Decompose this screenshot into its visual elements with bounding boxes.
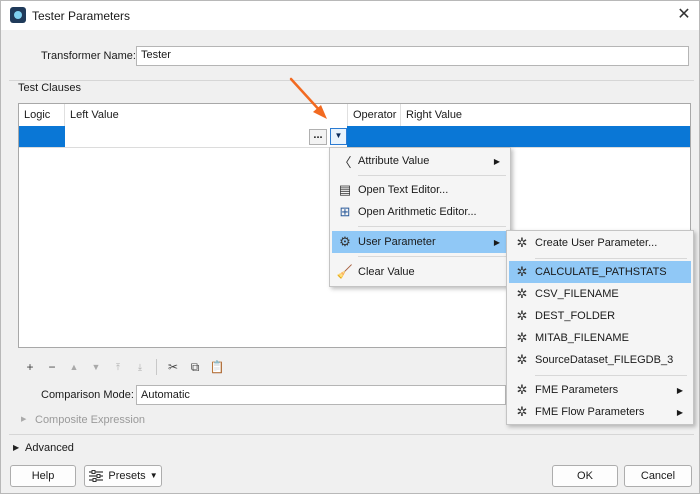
menu-item-open-text-editor[interactable]: ▤ Open Text Editor...	[332, 179, 508, 201]
comparison-mode-select[interactable]: Automatic	[136, 385, 506, 405]
test-clauses-label: Test Clauses	[18, 82, 81, 94]
column-header-operator[interactable]: Operator	[348, 104, 401, 126]
cut-icon[interactable]: ✂	[164, 359, 182, 375]
parameter-icon: ✲	[516, 264, 528, 279]
chevron-down-icon: ▼	[149, 471, 158, 480]
submenu-arrow-icon: ▶	[493, 156, 500, 166]
fme-parameters-icon: ✲	[516, 382, 528, 397]
menu-separator	[535, 258, 687, 259]
ok-button[interactable]: OK	[552, 465, 618, 487]
remove-icon[interactable]: −	[43, 359, 61, 375]
window-title: Tester Parameters	[32, 9, 131, 23]
left-value-cell[interactable]	[65, 126, 347, 147]
menu-item-fme-parameters[interactable]: ✲ FME Parameters ▶	[509, 379, 691, 401]
clause-toolbar: + − ▲ ▼ ⤒ ⤓ ✂ ⧉ 📋	[21, 359, 226, 375]
move-to-bottom-icon[interactable]: ⤓	[131, 359, 149, 375]
tester-parameters-dialog: Tester Parameters ✕ Transformer Name: Te…	[0, 0, 700, 494]
attribute-value-icon: 〈	[338, 154, 352, 170]
parameter-icon: ✲	[516, 308, 528, 323]
clear-value-icon: 🧹	[336, 264, 354, 279]
submenu-arrow-icon: ▶	[676, 385, 683, 395]
menu-separator	[358, 226, 506, 227]
create-parameter-icon: ✲	[516, 235, 528, 250]
comparison-mode-label: Comparison Mode:	[41, 389, 134, 401]
presets-button[interactable]: Presets ▼	[84, 465, 162, 487]
user-parameter-submenu: ✲ Create User Parameter... ✲ CALCULATE_P…	[506, 230, 694, 425]
add-icon[interactable]: +	[21, 359, 39, 375]
composite-expression-toggle: Composite Expression	[35, 414, 146, 426]
user-parameter-icon: ⚙	[339, 234, 351, 249]
menu-item-calculate-pathstats[interactable]: ✲ CALCULATE_PATHSTATS	[509, 261, 691, 283]
menu-item-sourcedataset-filegdb-3[interactable]: ✲ SourceDataset_FILEGDB_3	[509, 349, 691, 371]
transformer-name-input[interactable]: Tester	[136, 46, 689, 66]
advanced-toggle[interactable]: Advanced	[25, 442, 74, 454]
expand-arrow-icon[interactable]: ▶	[13, 443, 19, 452]
presets-icon	[89, 470, 104, 482]
cancel-button[interactable]: Cancel	[624, 465, 692, 487]
menu-separator	[358, 175, 506, 176]
left-value-dropdown-button[interactable]: ▼	[330, 128, 347, 145]
menu-item-csv-filename[interactable]: ✲ CSV_FILENAME	[509, 283, 691, 305]
transformer-name-label: Transformer Name:	[41, 50, 136, 62]
help-button[interactable]: Help	[10, 465, 76, 487]
parameter-icon: ✲	[516, 330, 528, 345]
menu-item-open-arithmetic-editor[interactable]: ⊞ Open Arithmetic Editor...	[332, 201, 508, 223]
parameter-icon: ✲	[516, 286, 528, 301]
fme-app-icon	[10, 7, 26, 23]
paste-icon[interactable]: 📋	[208, 359, 226, 375]
menu-item-create-user-parameter[interactable]: ✲ Create User Parameter...	[509, 232, 691, 254]
move-down-icon[interactable]: ▼	[87, 359, 105, 375]
ellipsis-button[interactable]: ...	[309, 129, 327, 145]
collapse-arrow-icon: ▶	[21, 416, 27, 423]
parameter-icon: ✲	[516, 352, 528, 367]
menu-separator	[358, 256, 506, 257]
presets-label: Presets	[108, 470, 146, 482]
left-value-context-menu: 〈 Attribute Value ▶ ▤ Open Text Editor..…	[329, 147, 511, 287]
menu-separator	[535, 375, 687, 376]
move-up-icon[interactable]: ▲	[65, 359, 83, 375]
copy-icon[interactable]: ⧉	[186, 359, 204, 375]
column-header-right-value[interactable]: Right Value	[401, 104, 690, 126]
column-header-logic[interactable]: Logic	[19, 104, 65, 126]
fme-flow-parameters-icon: ✲	[516, 404, 528, 419]
menu-item-fme-flow-parameters[interactable]: ✲ FME Flow Parameters ▶	[509, 401, 691, 423]
arithmetic-editor-icon: ⊞	[339, 204, 351, 219]
title-bar: Tester Parameters ✕	[1, 1, 699, 30]
menu-item-mitab-filename[interactable]: ✲ MITAB_FILENAME	[509, 327, 691, 349]
submenu-arrow-icon: ▶	[493, 237, 500, 247]
test-clauses-group-top	[9, 80, 694, 81]
move-to-top-icon[interactable]: ⤒	[109, 359, 127, 375]
menu-item-dest-folder[interactable]: ✲ DEST_FOLDER	[509, 305, 691, 327]
test-clauses-group-bottom	[9, 434, 694, 435]
close-button[interactable]: ✕	[673, 4, 695, 26]
text-editor-icon: ▤	[338, 182, 352, 197]
menu-item-attribute-value[interactable]: 〈 Attribute Value ▶	[332, 150, 508, 172]
column-header-left-value[interactable]: Left Value	[65, 104, 348, 126]
toolbar-separator	[156, 359, 157, 375]
submenu-arrow-icon: ▶	[676, 407, 683, 417]
menu-item-user-parameter[interactable]: ⚙ User Parameter ▶	[332, 231, 508, 253]
menu-item-clear-value[interactable]: 🧹 Clear Value	[332, 261, 508, 283]
